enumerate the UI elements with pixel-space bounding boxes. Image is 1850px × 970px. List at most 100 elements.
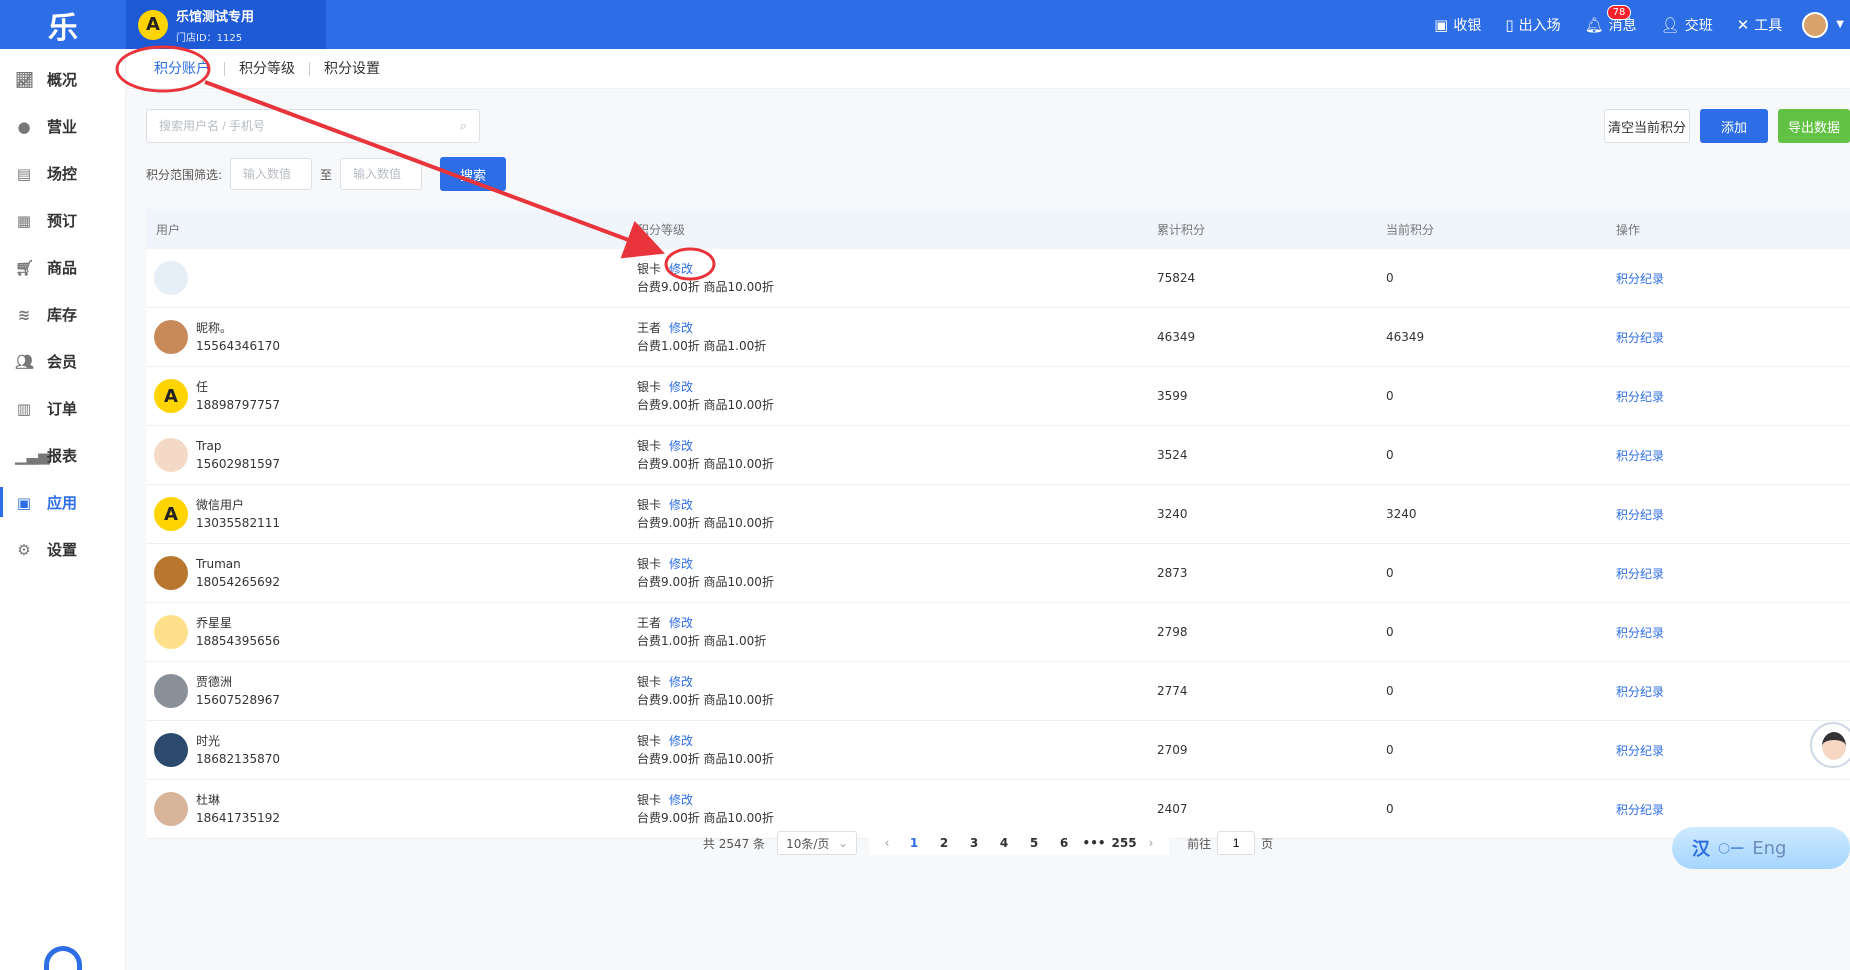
tab-points-level[interactable]: 积分等级 bbox=[225, 61, 310, 76]
sidebar-item-members[interactable]: 👥︎ 会员 bbox=[0, 338, 125, 385]
range-min-input[interactable] bbox=[230, 158, 313, 190]
user-name: Truman bbox=[196, 557, 241, 571]
level-cell: 王者 修改 台费1.00折 商品1.00折 bbox=[637, 319, 1157, 355]
edit-level-link[interactable]: 修改 bbox=[669, 734, 693, 748]
sidebar: 📈︎ 概况 ● 营业 ▤ 场控 ▦ 预订 🛒︎ 商品 ≋ 库存 👥︎ 会员 ▥ 订单 ▁▃▅ 报表… bbox=[0, 49, 126, 970]
store-id: 门店ID：1125 bbox=[176, 32, 243, 44]
chevron-down-icon: ⌄ bbox=[838, 836, 849, 850]
sidebar-item-settings[interactable]: ⚙ 设置 bbox=[0, 526, 125, 573]
page-item[interactable]: 5 bbox=[1019, 836, 1049, 850]
current-points: 0 bbox=[1386, 448, 1394, 462]
page-item[interactable]: 1 bbox=[899, 836, 929, 850]
store-avatar: A bbox=[138, 9, 168, 40]
points-record-link[interactable]: 积分纪录 bbox=[1616, 744, 1664, 758]
page-item[interactable]: 255 bbox=[1109, 836, 1139, 850]
avatar bbox=[154, 792, 188, 826]
export-button[interactable]: 导出数据 bbox=[1778, 109, 1850, 143]
points-record-link[interactable]: 积分纪录 bbox=[1616, 390, 1664, 404]
points-record-link[interactable]: 积分纪录 bbox=[1616, 626, 1664, 640]
sidebar-item-reports[interactable]: ▁▃▅ 报表 bbox=[0, 432, 125, 479]
clear-points-button[interactable]: 清空当前积分 bbox=[1604, 109, 1690, 143]
page-item[interactable]: 4 bbox=[989, 836, 1019, 850]
prev-page-icon[interactable]: ‹ bbox=[875, 836, 899, 850]
table-header: 用户 积分等级 累计积分 当前积分 操作 bbox=[146, 209, 1850, 249]
sidebar-item-booking[interactable]: ▦ 预订 bbox=[0, 197, 125, 244]
range-max-input[interactable] bbox=[340, 158, 423, 190]
user-phone: 18854395656 bbox=[196, 634, 280, 648]
points-record-link[interactable]: 积分纪录 bbox=[1616, 508, 1664, 522]
tools-icon: ✕ bbox=[1736, 15, 1750, 34]
sidebar-item-orders[interactable]: ▥ 订单 bbox=[0, 385, 125, 432]
edit-level-link[interactable]: 修改 bbox=[669, 380, 693, 394]
members-icon: 👥︎ bbox=[15, 352, 35, 371]
edit-level-link[interactable]: 修改 bbox=[669, 557, 693, 571]
support-headset-icon[interactable] bbox=[44, 946, 82, 970]
user-phone: 15602981597 bbox=[196, 457, 280, 471]
tab-points-settings[interactable]: 积分设置 bbox=[310, 62, 394, 76]
language-switch[interactable]: 汉 ○— Eng bbox=[1672, 827, 1850, 869]
level-discount: 台费9.00折 商品10.00折 bbox=[637, 811, 774, 825]
sidebar-item-goods[interactable]: 🛒︎ 商品 bbox=[0, 244, 125, 291]
sidebar-item-overview[interactable]: 📈︎ 概况 bbox=[0, 56, 125, 103]
search-button[interactable]: 搜索 bbox=[440, 157, 507, 191]
level-discount: 台费9.00折 商品10.00折 bbox=[637, 280, 774, 294]
edit-level-link[interactable]: 修改 bbox=[669, 262, 693, 276]
goto-input[interactable] bbox=[1217, 831, 1256, 855]
page-size-select[interactable]: 10条/页 ⌄ bbox=[777, 831, 858, 855]
next-page-icon[interactable]: › bbox=[1139, 836, 1163, 850]
points-record-link[interactable]: 积分纪录 bbox=[1616, 331, 1664, 345]
edit-level-link[interactable]: 修改 bbox=[669, 321, 693, 335]
level-discount: 台费9.00折 商品10.00折 bbox=[637, 398, 774, 412]
sidebar-item-venue[interactable]: ▤ 场控 bbox=[0, 150, 125, 197]
store-switcher[interactable]: A 乐馆测试专用 门店ID：1125 bbox=[126, 0, 326, 49]
edit-level-link[interactable]: 修改 bbox=[669, 616, 693, 630]
sidebar-item-business[interactable]: ● 营业 bbox=[0, 103, 125, 150]
user-avatar[interactable] bbox=[1802, 11, 1829, 38]
user-phone: 18641735192 bbox=[196, 811, 280, 825]
user-cell: 乔星星 18854395656 bbox=[146, 614, 637, 650]
total-points: 75824 bbox=[1157, 271, 1196, 285]
header-level: 积分等级 bbox=[637, 222, 686, 237]
tools-button[interactable]: ✕ 工具 bbox=[1737, 15, 1783, 35]
edit-level-link[interactable]: 修改 bbox=[669, 675, 693, 689]
points-record-link[interactable]: 积分纪录 bbox=[1616, 272, 1664, 286]
sidebar-item-inventory[interactable]: ≋ 库存 bbox=[0, 291, 125, 338]
tab-points-account[interactable]: 积分账户 bbox=[140, 61, 225, 76]
page-item[interactable]: 3 bbox=[959, 836, 989, 850]
edit-level-link[interactable]: 修改 bbox=[669, 793, 693, 807]
add-button[interactable]: 添加 bbox=[1700, 109, 1768, 143]
page-item[interactable]: 2 bbox=[929, 836, 959, 850]
shift-button[interactable]: 👤︎ 交班 bbox=[1661, 15, 1713, 35]
page-ellipsis[interactable]: ••• bbox=[1079, 836, 1109, 850]
user-name: 昵称。 bbox=[196, 321, 233, 335]
sidebar-item-apps[interactable]: ▣ 应用 bbox=[0, 479, 125, 526]
entry-exit-button[interactable]: ▯ 出入场 bbox=[1505, 15, 1560, 35]
edit-level-link[interactable]: 修改 bbox=[669, 498, 693, 512]
level-discount: 台费9.00折 商品10.00折 bbox=[637, 693, 774, 707]
cashier-button[interactable]: ▣ 收银 bbox=[1434, 15, 1481, 35]
layers-icon: ≋ bbox=[17, 305, 31, 324]
chevron-down-icon[interactable]: ▼ bbox=[1836, 19, 1844, 30]
venue-icon: ▤ bbox=[16, 164, 32, 183]
messages-button[interactable]: 🔔︎ 消息 78 bbox=[1585, 4, 1637, 35]
actions-cell: 积分纪录 bbox=[1616, 565, 1850, 582]
actions-cell: 积分纪录 bbox=[1616, 506, 1850, 523]
user-name: 微信用户 bbox=[196, 498, 245, 512]
points-record-link[interactable]: 积分纪录 bbox=[1616, 803, 1664, 817]
total-points: 2774 bbox=[1157, 684, 1188, 698]
actions-cell: 积分纪录 bbox=[1616, 447, 1850, 464]
user-name: 任 bbox=[196, 380, 209, 394]
current-points: 0 bbox=[1386, 743, 1394, 757]
search-input[interactable] bbox=[159, 119, 460, 133]
points-record-link[interactable]: 积分纪录 bbox=[1616, 449, 1664, 463]
avatar: A bbox=[154, 497, 188, 531]
page-item[interactable]: 6 bbox=[1049, 836, 1079, 850]
points-record-link[interactable]: 积分纪录 bbox=[1616, 567, 1664, 581]
search-icon[interactable]: ⌕ bbox=[460, 119, 467, 134]
level-cell: 银卡 修改 台费9.00折 商品10.00折 bbox=[637, 732, 1157, 768]
table-row: A 任 18898797757 银卡 修改 台费9.00折 商品10.00折 35… bbox=[146, 367, 1850, 426]
points-record-link[interactable]: 积分纪录 bbox=[1616, 685, 1664, 699]
assistant-avatar[interactable] bbox=[1810, 722, 1850, 768]
app-logo[interactable]: 乐 bbox=[0, 0, 126, 49]
edit-level-link[interactable]: 修改 bbox=[669, 439, 693, 453]
